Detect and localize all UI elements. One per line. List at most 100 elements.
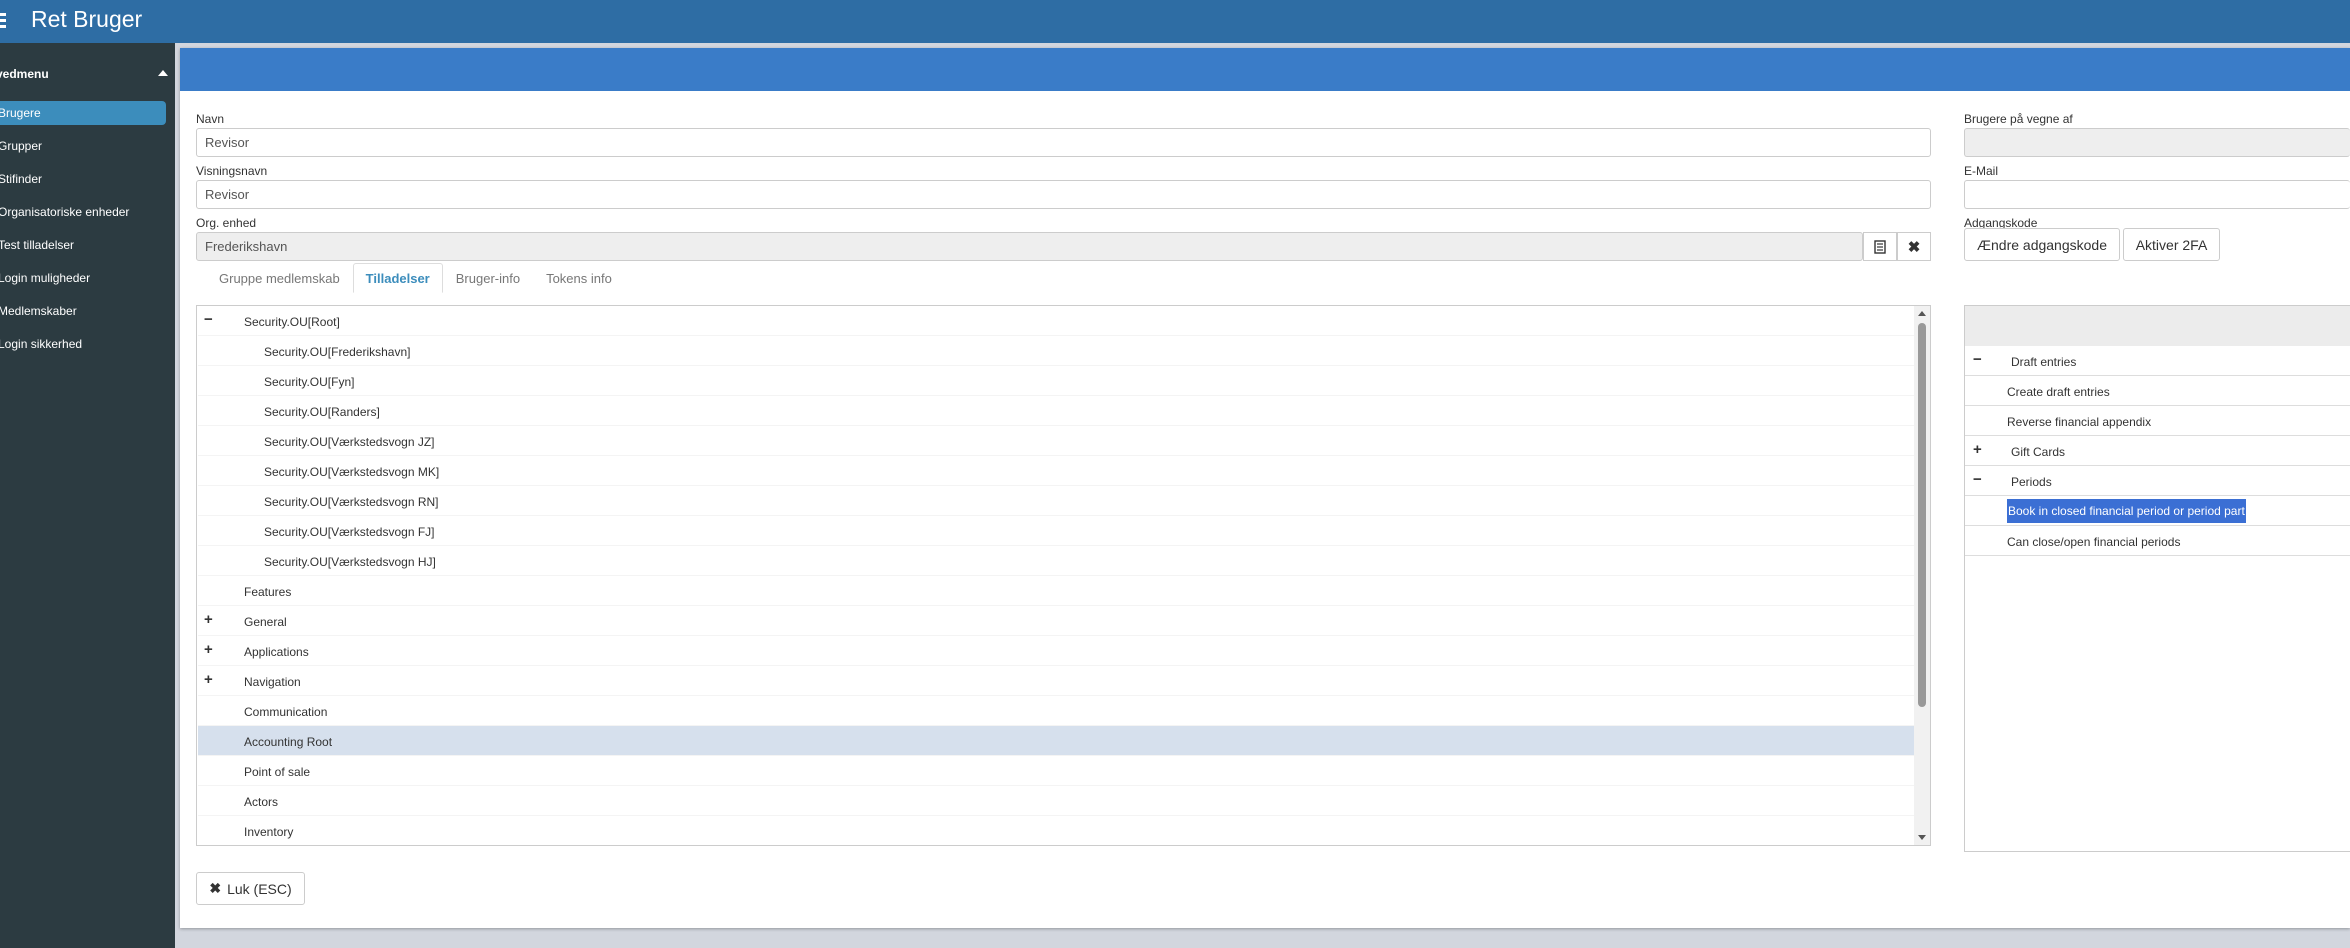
security-tree[interactable]: Inventory Actors Point of sale Accounting R… [196,305,1931,846]
permission-row[interactable]: + Gift Cards [1965,436,2350,466]
main-content: Navn Visningsnavn Org. enhed ✖ Brugere p… [175,43,2350,948]
sidebar-heading[interactable]: vedmenu [0,63,175,85]
permission-label: Gift Cards [2011,445,2066,459]
tree-row-label: Applications [244,645,309,659]
close-button[interactable]: ✖ Luk (ESC) [196,872,305,905]
navn-input[interactable] [196,128,1931,157]
tree-row[interactable]: + Applications [198,636,1915,666]
permission-row[interactable]: − Periods [1965,466,2350,496]
permissions-panel: − Draft entries Create draft entries Revers… [1964,305,2350,852]
activate-2fa-button[interactable]: Aktiver 2FA [2123,228,2220,261]
scroll-thumb[interactable] [1918,323,1926,707]
expand-icon[interactable]: + [204,672,216,687]
tab-tilladelser[interactable]: Tilladelser [352,263,443,293]
sidebar: vedmenu Brugere Grupper Stifinder Organi… [0,43,175,948]
tree-row-label: Security.OU[Randers] [264,405,380,419]
tree-row[interactable]: Accounting Root [198,726,1915,756]
sidebar-item-stifinder[interactable]: Stifinder [0,167,175,191]
clear-org-button[interactable]: ✖ [1897,232,1931,261]
change-password-button[interactable]: Ændre adgangskode [1964,228,2120,261]
expand-icon[interactable]: + [204,642,216,657]
tab-bar: Gruppe medlemskab Tilladelser Bruger-inf… [196,263,625,293]
tree-row[interactable]: Actors [198,786,1915,816]
hamburger-menu-icon[interactable] [0,9,8,31]
permission-row[interactable]: Book in closed financial period or perio… [1965,496,2350,526]
collapse-icon[interactable]: − [204,312,216,327]
collapse-icon[interactable]: − [1973,352,1982,367]
tree-row-label: Security.OU[Værkstedsvogn RN] [264,495,439,509]
collapse-icon[interactable]: − [1973,472,1982,487]
email-label: E-Mail [1964,164,1999,178]
tree-row[interactable]: Security.OU[Værkstedsvogn FJ] [198,516,1915,546]
tree-row[interactable]: + Navigation [198,666,1915,696]
tree-row-label: Accounting Root [244,735,333,749]
sidebar-item-test-tilladelser[interactable]: Test tilladelser [0,233,175,257]
tree-row[interactable]: Security.OU[Frederikshavn] [198,336,1915,366]
tree-row[interactable]: − Security.OU[Root] [198,306,1915,336]
permission-label: Draft entries [2011,355,2077,369]
permissions-header [1965,306,2350,346]
tree-row[interactable]: Point of sale [198,756,1915,786]
sidebar-item-label: Stifinder [0,172,43,186]
sidebar-item-grupper[interactable]: Grupper [0,134,175,158]
tree-row[interactable]: Security.OU[Værkstedsvogn HJ] [198,546,1915,576]
sidebar-item-label: Medlemskaber [0,304,77,318]
tab-bruger-info[interactable]: Bruger-info [443,263,533,293]
edit-user-panel: Navn Visningsnavn Org. enhed ✖ Brugere p… [180,48,2350,928]
sidebar-item-medlemskaber[interactable]: Medlemskaber [0,299,175,323]
permission-row[interactable]: Create draft entries [1965,376,2350,406]
tree-row-label: Navigation [244,675,301,689]
permission-row[interactable]: Reverse financial appendix [1965,406,2350,436]
paa-vegne-label: Brugere på vegne af [1964,112,2073,126]
tree-row[interactable]: Security.OU[Værkstedsvogn MK] [198,456,1915,486]
permission-label: Periods [2011,475,2052,489]
caret-up-icon[interactable] [158,70,168,76]
tree-row[interactable]: Security.OU[Værkstedsvogn JZ] [198,426,1915,456]
sidebar-item-label: Grupper [0,139,43,153]
tree-row-label: Actors [244,795,279,809]
tab-tokens-info[interactable]: Tokens info [533,263,625,293]
permission-row[interactable]: − Draft entries [1965,346,2350,376]
tree-row-label: Inventory [244,825,294,839]
expand-icon[interactable]: + [1973,442,1982,457]
tree-row[interactable]: Security.OU[Værkstedsvogn RN] [198,486,1915,516]
sidebar-item-login-sikkerhed[interactable]: Login sikkerhed [0,332,175,356]
tab-gruppe-medlemskab[interactable]: Gruppe medlemskab [206,263,353,293]
org-enhed-input[interactable] [196,232,1863,261]
tree-row[interactable]: Communication [198,696,1915,726]
sidebar-item-label: Test tilladelser [0,238,75,252]
tree-row-label: Features [244,585,292,599]
tree-row-label: Security.OU[Værkstedsvogn MK] [264,465,440,479]
email-field[interactable] [1964,180,2350,209]
permission-label: Book in closed financial period or perio… [2007,499,2246,523]
permission-label: Create draft entries [2007,385,2110,399]
app-header: Ret Bruger [0,0,2350,43]
tree-row-label: Security.OU[Værkstedsvogn FJ] [264,525,435,539]
sidebar-item-organisatoriske-enheder[interactable]: Organisatoriske enheder [0,200,175,224]
visningsnavn-label: Visningsnavn [196,164,268,178]
tree-row[interactable]: + General [198,606,1915,636]
scroll-down-icon[interactable] [1918,835,1926,840]
visningsnavn-input[interactable] [196,180,1931,209]
tree-row[interactable]: Inventory [198,816,1915,845]
tree-row[interactable]: Security.OU[Randers] [198,396,1915,426]
sidebar-menu: Brugere Grupper Stifinder Organisatorisk… [0,101,175,365]
sidebar-item-brugere[interactable]: Brugere [0,101,166,125]
tree-row-label: General [244,615,287,629]
page-title: Ret Bruger [31,6,143,32]
tree-row[interactable]: Security.OU[Fyn] [198,366,1915,396]
permission-row[interactable]: Can close/open financial periods [1965,526,2350,556]
org-enhed-label: Org. enhed [196,216,257,230]
sidebar-item-label: Brugere [0,106,41,120]
sidebar-item-login-muligheder[interactable]: Login muligheder [0,266,175,290]
scroll-up-icon[interactable] [1918,311,1926,316]
tree-row[interactable]: Features [198,576,1915,606]
sidebar-heading-label: vedmenu [0,67,49,81]
list-icon [1874,239,1886,254]
expand-icon[interactable]: + [204,612,216,627]
sidebar-item-label: Login muligheder [0,271,91,285]
panel-header-bar [180,48,2350,91]
select-org-button[interactable] [1863,232,1897,261]
paa-vegne-input[interactable] [1964,128,2350,157]
tree-scrollbar[interactable] [1914,306,1930,845]
